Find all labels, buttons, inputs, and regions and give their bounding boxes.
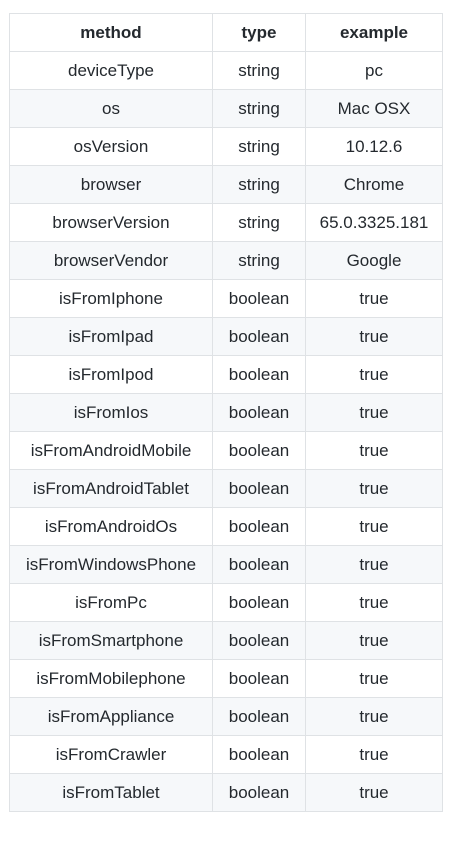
cell-example: Chrome xyxy=(305,165,443,204)
cell-method: isFromAndroidMobile xyxy=(9,431,213,470)
cell-type: boolean xyxy=(212,393,306,432)
cell-type: boolean xyxy=(212,659,306,698)
table-row: isFromAppliance boolean true xyxy=(9,697,443,736)
table-row: isFromAndroidMobile boolean true xyxy=(9,431,443,470)
cell-method: browser xyxy=(9,165,213,204)
cell-type: string xyxy=(212,165,306,204)
cell-example: true xyxy=(305,697,443,736)
table-row: isFromIphone boolean true xyxy=(9,279,443,318)
cell-type: boolean xyxy=(212,507,306,546)
table-row: isFromTablet boolean true xyxy=(9,773,443,812)
cell-type: string xyxy=(212,203,306,242)
table-row: browser string Chrome xyxy=(9,165,443,204)
cell-method: isFromAndroidOs xyxy=(9,507,213,546)
table-row: isFromMobilephone boolean true xyxy=(9,659,443,698)
cell-type: boolean xyxy=(212,697,306,736)
header-example: example xyxy=(305,13,443,52)
cell-example: true xyxy=(305,659,443,698)
cell-type: boolean xyxy=(212,279,306,318)
table-header: method type example xyxy=(9,13,443,52)
table-row: isFromIpod boolean true xyxy=(9,355,443,394)
cell-method: isFromWindowsPhone xyxy=(9,545,213,584)
table-row: isFromWindowsPhone boolean true xyxy=(9,545,443,584)
cell-method: isFromAppliance xyxy=(9,697,213,736)
cell-example: true xyxy=(305,507,443,546)
cell-type: string xyxy=(212,127,306,166)
cell-method: isFromPc xyxy=(9,583,213,622)
table-row: isFromIpad boolean true xyxy=(9,317,443,356)
cell-type: boolean xyxy=(212,583,306,622)
cell-method: isFromIos xyxy=(9,393,213,432)
cell-method: isFromIphone xyxy=(9,279,213,318)
cell-type: boolean xyxy=(212,735,306,774)
method-table: method type example deviceType string pc os… xyxy=(9,13,443,812)
table-row: browserVersion string 65.0.3325.181 xyxy=(9,203,443,242)
header-row: method type example xyxy=(9,13,443,52)
cell-example: true xyxy=(305,393,443,432)
header-method: method xyxy=(9,13,213,52)
cell-method: isFromMobilephone xyxy=(9,659,213,698)
table-row: os string Mac OSX xyxy=(9,89,443,128)
cell-type: boolean xyxy=(212,355,306,394)
cell-method: isFromAndroidTablet xyxy=(9,469,213,508)
cell-example: true xyxy=(305,621,443,660)
cell-type: boolean xyxy=(212,317,306,356)
cell-type: boolean xyxy=(212,469,306,508)
cell-example: true xyxy=(305,469,443,508)
table-row: isFromPc boolean true xyxy=(9,583,443,622)
cell-example: true xyxy=(305,773,443,812)
cell-example: true xyxy=(305,279,443,318)
table-row: isFromCrawler boolean true xyxy=(9,735,443,774)
table-row: osVersion string 10.12.6 xyxy=(9,127,443,166)
cell-type: string xyxy=(212,51,306,90)
cell-example: Google xyxy=(305,241,443,280)
table-row: isFromAndroidTablet boolean true xyxy=(9,469,443,508)
cell-method: osVersion xyxy=(9,127,213,166)
cell-example: true xyxy=(305,735,443,774)
cell-example: pc xyxy=(305,51,443,90)
cell-example: true xyxy=(305,583,443,622)
table-container: method type example deviceType string pc os… xyxy=(9,13,443,812)
cell-method: browserVendor xyxy=(9,241,213,280)
cell-example: true xyxy=(305,355,443,394)
cell-method: isFromSmartphone xyxy=(9,621,213,660)
cell-method: browserVersion xyxy=(9,203,213,242)
cell-method: isFromIpod xyxy=(9,355,213,394)
cell-method: isFromIpad xyxy=(9,317,213,356)
cell-example: true xyxy=(305,317,443,356)
cell-type: boolean xyxy=(212,773,306,812)
cell-type: boolean xyxy=(212,431,306,470)
table-row: browserVendor string Google xyxy=(9,241,443,280)
cell-example: true xyxy=(305,545,443,584)
table-row: isFromSmartphone boolean true xyxy=(9,621,443,660)
cell-type: boolean xyxy=(212,545,306,584)
cell-example: 65.0.3325.181 xyxy=(305,203,443,242)
cell-method: os xyxy=(9,89,213,128)
cell-example: true xyxy=(305,431,443,470)
table-row: isFromIos boolean true xyxy=(9,393,443,432)
table-row: isFromAndroidOs boolean true xyxy=(9,507,443,546)
cell-example: Mac OSX xyxy=(305,89,443,128)
cell-method: deviceType xyxy=(9,51,213,90)
cell-method: isFromTablet xyxy=(9,773,213,812)
header-type: type xyxy=(212,13,306,52)
cell-method: isFromCrawler xyxy=(9,735,213,774)
cell-type: string xyxy=(212,89,306,128)
table-body: deviceType string pc os string Mac OSX osVersi… xyxy=(9,51,443,812)
cell-type: string xyxy=(212,241,306,280)
cell-example: 10.12.6 xyxy=(305,127,443,166)
table-row: deviceType string pc xyxy=(9,51,443,90)
cell-type: boolean xyxy=(212,621,306,660)
